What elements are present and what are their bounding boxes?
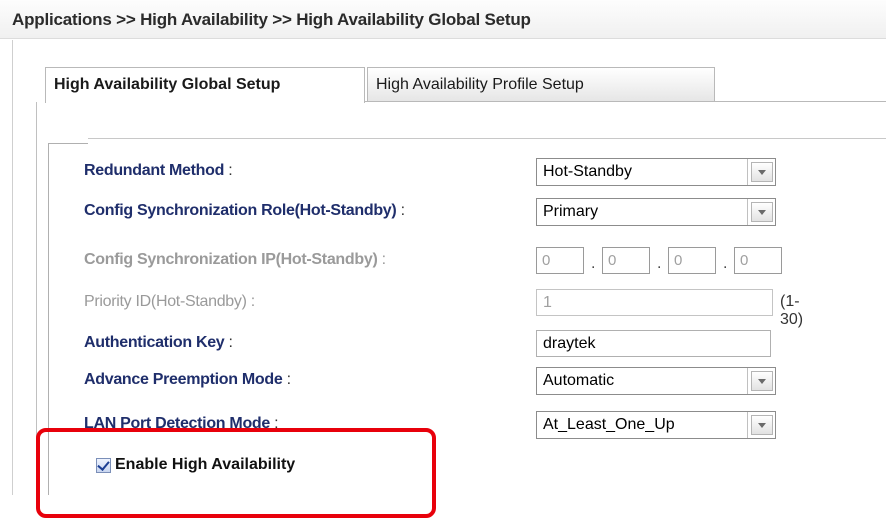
breadcrumb: Applications >> High Availability >> Hig… [12,10,531,29]
auth-key-label: Authentication Key : [84,334,233,351]
panel-border [36,102,37,495]
ip-octet-4[interactable]: 0 [734,247,782,274]
auth-key-input[interactable]: draytek [536,330,771,357]
preemption-mode-label: Advance Preemption Mode : [84,371,291,388]
redundant-method-value: Hot-Standby [543,163,632,180]
select-divider [747,412,748,438]
lan-detection-label: LAN Port Detection Mode : [84,415,279,432]
ip-separator: . [591,255,596,272]
tab-global-setup[interactable]: High Availability Global Setup [45,67,365,103]
config-sync-role-select[interactable]: Primary [536,198,776,226]
left-border [12,40,13,495]
ip-octet-3[interactable]: 0 [668,247,716,274]
select-divider [747,199,748,225]
fieldset-border-top [48,143,88,144]
preemption-mode-value: Automatic [543,372,615,389]
enable-ha-checkbox[interactable] [96,458,111,473]
select-divider [747,368,748,394]
priority-id-label: Priority ID(Hot-Standby) : [84,293,255,310]
config-sync-role-value: Primary [543,203,599,220]
config-sync-ip-label: Config Synchronization IP(Hot-Standby) : [84,251,386,268]
ip-separator: . [723,255,728,272]
ip-separator: . [657,255,662,272]
priority-id-range: (1-30) [780,293,804,328]
priority-id-input[interactable]: 1 [536,289,773,316]
redundant-method-select[interactable]: Hot-Standby [536,158,776,186]
lan-detection-select[interactable]: At_Least_One_Up [536,411,776,439]
lan-detection-value: At_Least_One_Up [543,416,675,433]
chevron-down-icon[interactable] [751,415,773,435]
fieldset-border-left [48,143,49,495]
breadcrumb-bar: Applications >> High Availability >> Hig… [0,0,886,39]
tab-baseline [365,101,886,102]
select-divider [747,159,748,185]
ip-octet-1[interactable]: 0 [536,247,584,274]
ip-octet-2[interactable]: 0 [602,247,650,274]
chevron-down-icon[interactable] [751,202,773,222]
config-sync-role-label: Config Synchronization Role(Hot-Standby)… [84,202,405,219]
chevron-down-icon[interactable] [751,162,773,182]
redundant-method-label: Redundant Method : [84,162,233,179]
tab-profile-setup[interactable]: High Availability Profile Setup [367,67,715,101]
enable-ha-label[interactable]: Enable High Availability [115,456,295,474]
preemption-mode-select[interactable]: Automatic [536,367,776,395]
fieldset-border-top-right [88,138,886,139]
chevron-down-icon[interactable] [751,371,773,391]
